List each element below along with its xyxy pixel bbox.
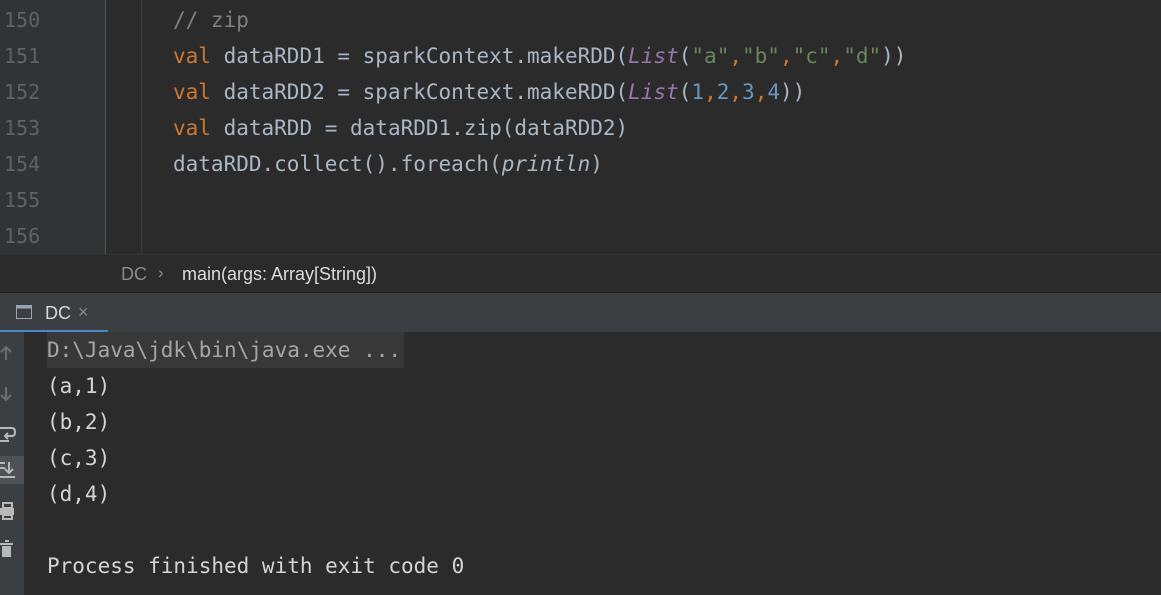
down-arrow-icon[interactable] [0, 380, 24, 408]
code-token: val [173, 80, 211, 104]
line-number: 153 [4, 116, 41, 140]
code-token: , [830, 44, 844, 68]
console-command-line: D:\Java\jdk\bin\java.exe ... [47, 332, 405, 368]
code-token: 4 [767, 80, 780, 104]
code-token: )) [881, 44, 907, 68]
console-output-line: (c,3) [47, 446, 111, 470]
code-token: ( [678, 80, 692, 104]
breadcrumb-method[interactable]: main(args: Array[String]) [182, 264, 377, 285]
code-token: 2 [716, 80, 730, 104]
code-token: , [729, 44, 742, 68]
code-token: , [779, 44, 793, 68]
code-token: ( [678, 44, 692, 68]
code-token: List [628, 44, 679, 68]
breadcrumb-separator-icon: › [158, 263, 164, 282]
code-token: "c" [792, 44, 831, 68]
code-token: "b" [742, 44, 780, 68]
code-token: "d" [843, 44, 882, 68]
trash-icon[interactable] [0, 536, 24, 564]
console-icon [16, 305, 32, 319]
console-output-line: (b,2) [47, 410, 111, 434]
console-exit-message: Process finished with exit code 0 [47, 554, 465, 578]
code-token: List [628, 80, 679, 104]
line-number: 152 [4, 80, 41, 104]
code-token: )) [780, 80, 806, 104]
code-token: ) [590, 152, 603, 176]
code-token: dataRDD.collect().foreach( [173, 152, 502, 176]
run-tool-window-header: DC × [0, 292, 1161, 333]
code-token: 3 [742, 80, 755, 104]
print-icon[interactable] [0, 498, 24, 526]
code-token: println [501, 152, 591, 176]
code-token: , [704, 80, 717, 104]
code-token: dataRDD = dataRDD1.zip(dataRDD2) [210, 116, 629, 140]
code-token: val [173, 116, 211, 140]
code-token: val [173, 44, 211, 68]
code-token: // zip [173, 8, 249, 32]
close-icon[interactable]: × [78, 302, 89, 323]
code-token: , [729, 80, 743, 104]
line-number: 151 [4, 44, 41, 68]
console-output-line: (a,1) [47, 374, 111, 398]
code-token: 1 [691, 80, 705, 104]
console-toolbar [0, 332, 24, 595]
breadcrumb-object[interactable]: DC [121, 264, 147, 285]
scroll-to-end-icon[interactable] [0, 456, 24, 484]
run-tab-label: DC [45, 303, 71, 323]
line-number: 150 [4, 8, 41, 32]
breadcrumb: DC › main(args: Array[String]) [0, 254, 1161, 293]
code-line[interactable]: val dataRDD2 = sparkContext.makeRDD(List… [173, 74, 805, 110]
line-number: 155 [4, 188, 41, 212]
line-number-gutter: 150 151 152 153 154 155 156 [0, 0, 106, 254]
code-line[interactable]: // zip [173, 2, 249, 38]
code-token: "a" [691, 44, 730, 68]
code-token: dataRDD1 = sparkContext.makeRDD( [210, 44, 629, 68]
line-number: 154 [4, 152, 41, 176]
indent-guide [141, 0, 142, 254]
code-token: dataRDD2 = sparkContext.makeRDD( [210, 80, 629, 104]
code-editor[interactable]: 150 151 152 153 154 155 156 // zip val d… [0, 0, 1161, 254]
run-tab-dc[interactable]: DC × [0, 293, 108, 333]
code-line[interactable]: val dataRDD = dataRDD1.zip(dataRDD2) [173, 110, 628, 146]
up-arrow-icon[interactable] [0, 340, 24, 368]
code-line[interactable]: dataRDD.collect().foreach(println) [173, 146, 603, 182]
soft-wrap-icon[interactable] [0, 420, 24, 448]
code-line[interactable]: val dataRDD1 = sparkContext.makeRDD(List… [173, 38, 906, 74]
line-number: 156 [4, 224, 41, 248]
code-token: , [754, 80, 768, 104]
run-console[interactable]: D:\Java\jdk\bin\java.exe ... (a,1) (b,2)… [0, 332, 1161, 595]
console-output-line: (d,4) [47, 482, 111, 506]
